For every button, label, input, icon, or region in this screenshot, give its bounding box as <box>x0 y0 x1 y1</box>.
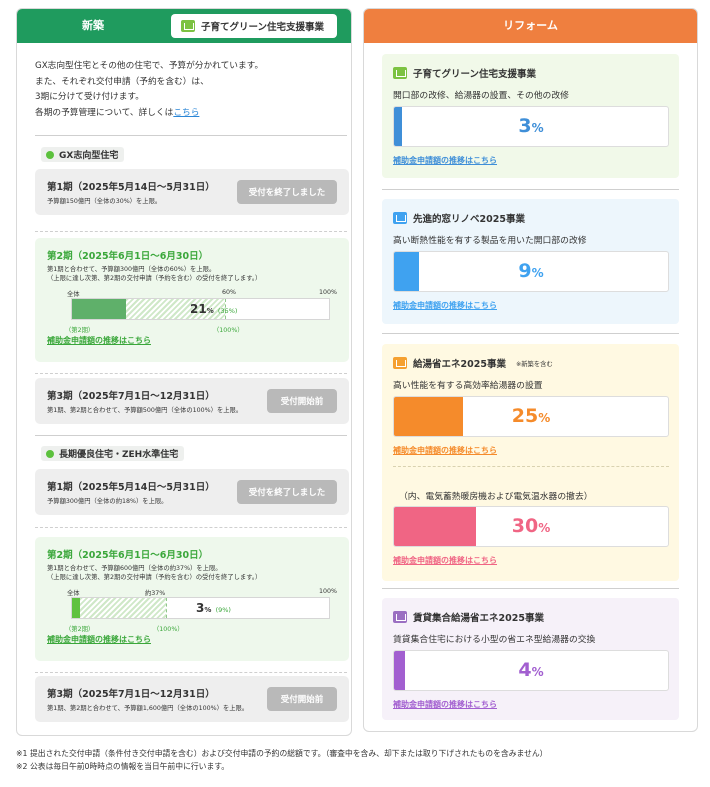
application-history-link[interactable]: 補助金申請額の推移はこちら <box>47 634 151 645</box>
card-desc: 開口部の改修、給湯器の設置、その他の改修 <box>393 91 569 101</box>
kosodate-progress-bar: 3% <box>393 106 669 147</box>
card-desc: 高い断熱性能を有する製品を用いた開口部の改修 <box>393 236 587 246</box>
card-title: 給湯省エネ2025事業 ※新築を含む <box>393 356 553 370</box>
divider <box>382 333 679 334</box>
apartment-icon <box>393 611 407 623</box>
phase-title: 第1期（2025年5月14日〜5月31日） <box>47 182 215 193</box>
divider <box>35 231 347 232</box>
new-build-header: 新築 子育てグリーン住宅支援事業 <box>17 9 351 43</box>
application-history-link[interactable]: 補助金申請額の推移はこちら <box>47 335 151 346</box>
phase-sub: 予算額150億円（全体の30%）を上限。 <box>47 198 162 205</box>
progress-fill <box>72 598 80 618</box>
intro-line: 3期に分けて受け付けます。 <box>35 92 144 102</box>
progress-value: 25% <box>511 405 551 427</box>
rental-progress-bar: 4% <box>393 650 669 691</box>
zeh-phase3-card: 第3期（2025年7月1日〜12月31日） 第1期、第2期と合わせて、予算額1,… <box>35 676 349 722</box>
reform-title: リフォーム <box>364 9 697 43</box>
reform-panel: リフォーム 子育てグリーン住宅支援事業 開口部の改修、給湯器の設置、その他の改修… <box>363 8 698 732</box>
kosodate-reform-card: 子育てグリーン住宅支援事業 開口部の改修、給湯器の設置、その他の改修 3% 補助… <box>382 54 679 178</box>
footnote: ※2 公表は毎日午前0時時点の情報を当日午前中に行います。 <box>16 762 230 771</box>
phase-sub: 第1期と合わせて、予算額600億円（全体の約37%）を上限。 <box>47 565 222 572</box>
intro-line: GX志向型住宅とその他の住宅で、予算が分かれています。 <box>35 61 264 71</box>
bullet-icon <box>46 150 54 159</box>
phase-sub: （上限に達し次第、第2期の交付申請（予約を含む）の受付を終了します。） <box>47 275 262 282</box>
window-icon <box>393 212 407 224</box>
phase-title: 第3期（2025年7月1日〜12月31日） <box>47 689 215 700</box>
new-build-panel: 新築 子育てグリーン住宅支援事業 GX志向型住宅とその他の住宅で、予算が分かれて… <box>16 8 352 736</box>
card-desc: 高い性能を有する高効率給湯器の設置 <box>393 381 543 391</box>
new-build-title: 新築 <box>82 19 104 32</box>
gx-phase3-card: 第3期（2025年7月1日〜12月31日） 第1期、第2期と合わせて、予算額50… <box>35 378 349 424</box>
water-heater-icon <box>393 357 407 369</box>
divider <box>35 435 347 436</box>
footnote: ※1 提出された交付申請（条件付き交付申請を含む）および交付申請の予約の総額です… <box>16 749 548 758</box>
phase-sub: 第1期と合わせて、予算額300億円（全体の60%）を上限。 <box>47 266 216 273</box>
application-history-link[interactable]: 補助金申請額の推移はこちら <box>393 445 497 456</box>
application-history-link[interactable]: 補助金申請額の推移はこちら <box>393 300 497 311</box>
phase-title: 第2期（2025年6月1日〜6月30日） <box>47 251 209 262</box>
divider <box>382 588 679 589</box>
phase-sub: 第1期、第2期と合わせて、予算額1,600億円（全体の100%）を上限。 <box>47 705 249 712</box>
category-label-zeh: 長期優良住宅・ZEH水準住宅 <box>41 446 185 461</box>
heater-removal-progress-bar: 30% <box>393 506 669 547</box>
gx-phase2-card: 第2期（2025年6月1日〜6月30日） 第1期と合わせて、予算額300億円（全… <box>35 238 349 362</box>
phase-title: 第1期（2025年5月14日〜5月31日） <box>47 482 215 493</box>
house-icon <box>181 20 195 32</box>
card-title: 賃貸集合給湯省エネ2025事業 <box>393 610 544 624</box>
progress-value: 9% <box>518 260 544 282</box>
progress-value: 4% <box>518 659 544 681</box>
application-history-link[interactable]: 補助金申請額の推移はこちら <box>393 155 497 166</box>
divider <box>35 672 347 673</box>
water-heater-card: 給湯省エネ2025事業 ※新築を含む 高い性能を有する高効率給湯器の設置 25% … <box>382 344 679 581</box>
phase-title: 第2期（2025年6月1日〜6月30日） <box>47 550 209 561</box>
divider <box>393 466 669 467</box>
gx-phase1-card: 第1期（2025年5月14日〜5月31日） 予算額150億円（全体の30%）を上… <box>35 169 349 215</box>
progress-fill <box>72 299 126 319</box>
phase-sub: 予算額300億円（全体の約18%）を上限。 <box>47 498 168 505</box>
bullet-icon <box>46 449 54 458</box>
not-started-button[interactable]: 受付開始前 <box>267 687 337 711</box>
divider <box>35 373 347 374</box>
house-icon <box>393 67 407 79</box>
card-title: 子育てグリーン住宅支援事業 <box>393 66 536 80</box>
category-label-gx: GX志向型住宅 <box>41 147 125 162</box>
divider <box>35 527 347 528</box>
zeh-phase1-card: 第1期（2025年5月14日〜5月31日） 予算額300億円（全体の約18%）を… <box>35 469 349 515</box>
card-desc: 賃貸集合住宅における小型の省エネ型給湯器の交換 <box>393 635 596 645</box>
phase-sub: 第1期、第2期と合わせて、予算額500億円（全体の100%）を上限。 <box>47 407 243 414</box>
rental-water-heater-card: 賃貸集合給湯省エネ2025事業 賃貸集合住宅における小型の省エネ型給湯器の交換 … <box>382 598 679 720</box>
program-tab-label: 子育てグリーン住宅支援事業 <box>201 22 325 33</box>
progress-value: 21% (35%) <box>190 302 238 316</box>
card-title: 先進的窓リノベ2025事業 <box>393 211 525 225</box>
new-build-note: ※新築を含む <box>515 360 553 368</box>
divider <box>382 189 679 190</box>
progress-value: 30% <box>511 515 551 537</box>
closed-button[interactable]: 受付を終了しました <box>237 180 337 204</box>
water-heater-progress-bar: 25% <box>393 396 669 437</box>
window-renovation-card: 先進的窓リノベ2025事業 高い断熱性能を有する製品を用いた開口部の改修 9% … <box>382 199 679 324</box>
phase-title: 第3期（2025年7月1日〜12月31日） <box>47 391 215 402</box>
not-started-button[interactable]: 受付開始前 <box>267 389 337 413</box>
progress-value: 3% <box>518 115 544 137</box>
program-tab[interactable]: 子育てグリーン住宅支援事業 <box>171 14 337 38</box>
zeh-phase2-card: 第2期（2025年6月1日〜6月30日） 第1期と合わせて、予算額600億円（全… <box>35 537 349 661</box>
closed-button[interactable]: 受付を終了しました <box>237 480 337 504</box>
footnotes: ※1 提出された交付申請（条件付き交付申請を含む）および交付申請の予約の総額です… <box>16 747 547 773</box>
zeh-progress-bar: 3% (9%) <box>71 597 330 619</box>
application-history-link[interactable]: 補助金申請額の推移はこちら <box>393 699 497 710</box>
intro-line: また、それぞれ交付申請（予約を含む）は、 <box>35 76 209 87</box>
phase-sub: （上限に達し次第、第2期の交付申請（予約を含む）の受付を終了します。） <box>47 574 262 581</box>
progress-value: 3% (9%) <box>196 601 231 615</box>
window-progress-bar: 9% <box>393 251 669 292</box>
overall-fill <box>79 598 168 618</box>
budget-details-link[interactable]: こちら <box>173 108 199 118</box>
application-history-link[interactable]: 補助金申請額の推移はこちら <box>393 555 497 566</box>
intro-line: 各期の予算管理について、詳しくはこちら <box>35 107 200 118</box>
divider <box>35 135 347 136</box>
intro-text: GX志向型住宅とその他の住宅で、予算が分かれています。 また、それぞれ交付申請（… <box>35 59 335 121</box>
gx-progress-bar: 21% (35%) <box>71 298 330 320</box>
card-desc: （内、電気蓄熱暖房機および電気温水器の撤去） <box>399 492 593 502</box>
